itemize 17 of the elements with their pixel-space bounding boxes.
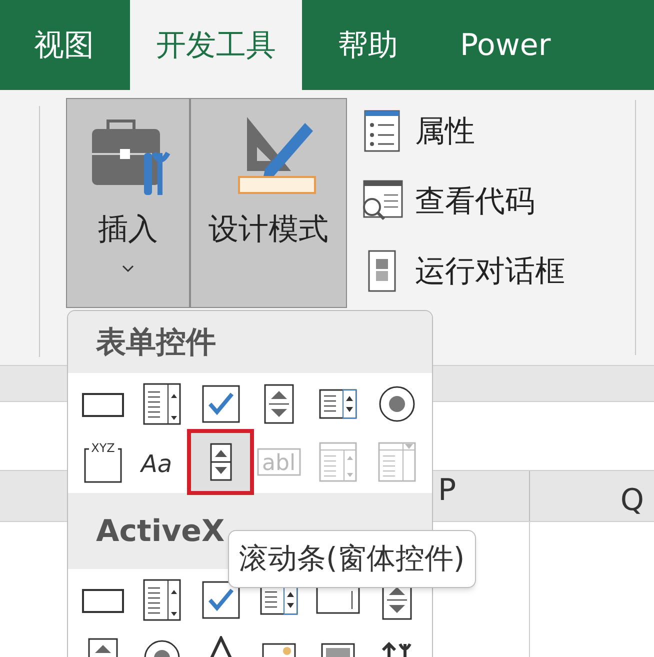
ribbon-tab[interactable]: Power xyxy=(434,0,577,90)
control-item[interactable]: XYZ xyxy=(74,433,133,491)
ribbon-small-button[interactable]: 属性 xyxy=(359,102,565,160)
column-header: Q xyxy=(620,482,644,520)
section-title: 表单控件 xyxy=(96,324,216,362)
ribbon-button[interactable]: 设计模式 xyxy=(190,98,347,308)
ribbon-tab[interactable]: 视图 xyxy=(8,0,120,90)
control-item[interactable]: Aa xyxy=(132,433,192,491)
tooltip: 滚动条(窗体控件) xyxy=(228,530,476,588)
column-header: P xyxy=(438,472,456,510)
ribbon-tab[interactable]: 开发工具 xyxy=(130,0,302,90)
ribbon-small-button[interactable]: 运行对话框 xyxy=(359,242,565,300)
label-text-icon: Aa xyxy=(140,440,184,484)
section-title: ActiveX xyxy=(96,512,225,550)
ribbon-tab[interactable]: 帮助 xyxy=(312,0,424,90)
ribbon-button[interactable]: 插入 xyxy=(66,98,190,308)
ribbon-small-button[interactable]: 查看代码 xyxy=(359,172,565,230)
